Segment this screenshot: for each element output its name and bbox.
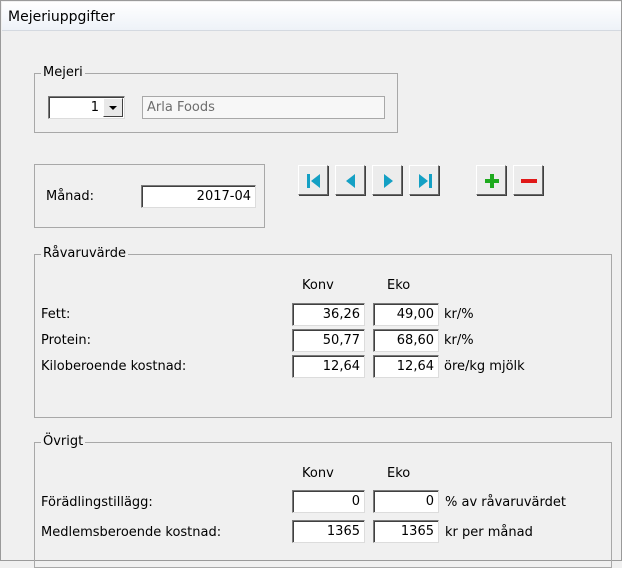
kilo-cost-eko-field[interactable]: 12,64: [373, 355, 439, 378]
kilo-cost-label: Kiloberoende kostnad:: [41, 359, 187, 374]
raw-material-value-group: Råvaruvärde Konv Eko Fett: 36,26 49,00 k…: [34, 246, 612, 418]
column-header-konv: Konv: [302, 278, 334, 293]
fat-eko-field[interactable]: 49,00: [373, 303, 439, 326]
dairy-window: Mejeriuppgifter Mejeri 1 Arla Foods Måna…: [0, 0, 622, 568]
protein-unit: kr/%: [444, 333, 474, 348]
processing-supplement-unit: % av råvaruvärdet: [445, 495, 566, 510]
month-field[interactable]: 2017-04: [141, 185, 256, 208]
member-cost-konv-field[interactable]: 1365: [292, 520, 365, 543]
mejeri-number-value: 1: [90, 100, 99, 115]
member-cost-label: Medlemsberoende kostnad:: [41, 525, 222, 540]
fat-konv-field[interactable]: 36,26: [292, 303, 365, 326]
column-header-konv: Konv: [302, 466, 334, 481]
member-cost-unit: kr per månad: [445, 525, 533, 540]
column-header-eko: Eko: [387, 278, 411, 293]
month-group: Månad: 2017-04: [34, 164, 265, 228]
title-bar: Mejeriuppgifter: [2, 2, 621, 31]
protein-konv-field[interactable]: 50,77: [292, 329, 365, 352]
kilo-cost-konv-field[interactable]: 12,64: [292, 355, 365, 378]
column-header-eko: Eko: [387, 466, 411, 481]
other-legend: Övrigt: [41, 434, 86, 450]
chevron-down-icon[interactable]: [103, 98, 123, 117]
processing-supplement-eko-field[interactable]: 0: [373, 490, 439, 513]
kilo-cost-unit: öre/kg mjölk: [444, 359, 525, 374]
add-record-button[interactable]: [476, 165, 506, 195]
delete-record-button[interactable]: [513, 165, 543, 195]
mejeri-number-select[interactable]: 1: [48, 96, 125, 119]
protein-label: Protein:: [41, 333, 91, 348]
fat-label: Fett:: [41, 307, 71, 322]
mejeri-group: Mejeri 1 Arla Foods: [34, 65, 398, 133]
first-record-button[interactable]: [298, 165, 328, 195]
last-record-button[interactable]: [409, 165, 439, 195]
other-group: Övrigt Konv Eko Förädlingstillägg: 0 0 %…: [34, 434, 612, 568]
processing-supplement-label: Förädlingstillägg:: [41, 495, 153, 510]
prev-record-button[interactable]: [335, 165, 365, 195]
protein-eko-field[interactable]: 68,60: [373, 329, 439, 352]
processing-supplement-konv-field[interactable]: 0: [292, 490, 365, 513]
member-cost-eko-field[interactable]: 1365: [373, 520, 439, 543]
mejeri-legend: Mejeri: [41, 65, 85, 81]
fat-unit: kr/%: [444, 307, 474, 322]
raw-material-value-legend: Råvaruvärde: [41, 246, 128, 262]
mejeri-name-field[interactable]: Arla Foods: [142, 96, 385, 119]
next-record-button[interactable]: [372, 165, 402, 195]
month-label: Månad:: [46, 189, 95, 204]
window-title: Mejeriuppgifter: [8, 9, 115, 25]
